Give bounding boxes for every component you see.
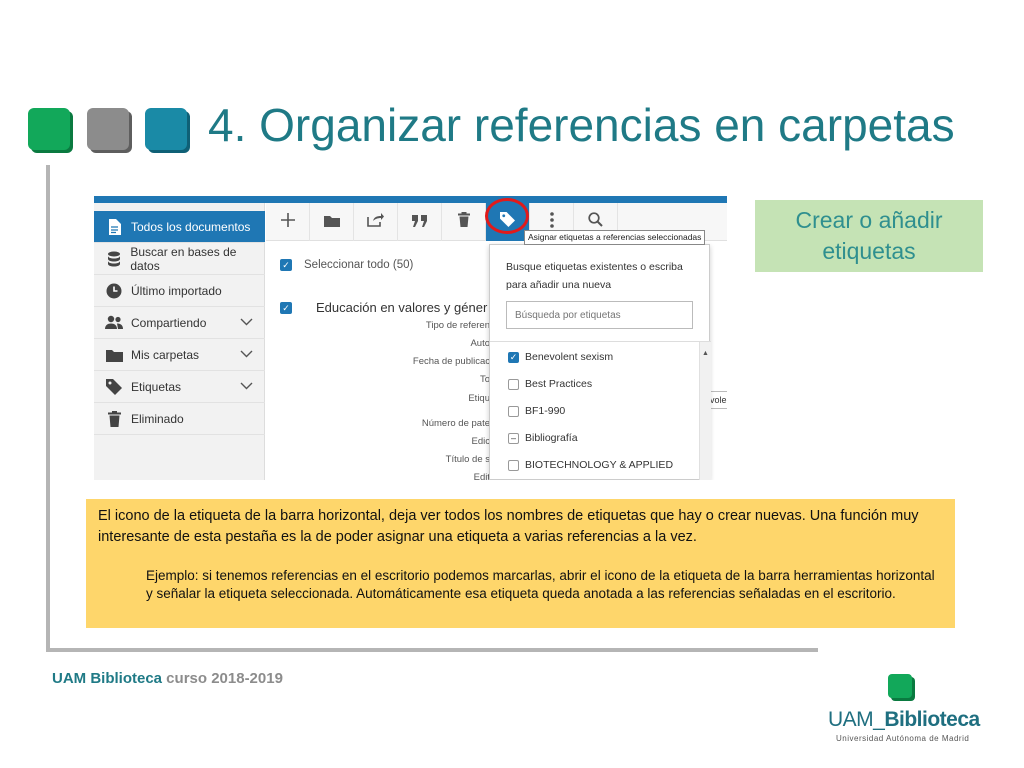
frame-line-horizontal xyxy=(46,648,818,652)
chevron-down-icon[interactable] xyxy=(240,317,253,329)
scroll-up-arrow-icon[interactable]: ▲ xyxy=(702,350,709,357)
sidebar-item-label: Todos los documentos xyxy=(131,219,251,234)
app-top-bar xyxy=(94,196,727,203)
note-example: Ejemplo: si tenemos referencias en el es… xyxy=(146,568,935,601)
tag-dropdown: Busque etiquetas existentes o escriba pa… xyxy=(489,244,711,480)
document-row[interactable]: ✓ Educación en valores y géner xyxy=(280,300,487,315)
add-icon xyxy=(280,212,296,233)
field-label: Número de pate xyxy=(421,418,490,429)
quote-button[interactable] xyxy=(398,203,442,241)
checkbox-checked-icon[interactable]: ✓ xyxy=(280,301,292,314)
tag-item-bibliografia[interactable]: – Bibliografía xyxy=(508,432,578,444)
checkbox-checked-icon[interactable]: ✓ xyxy=(508,351,519,363)
sidebar-item-label: Eliminado xyxy=(131,411,184,426)
tag-search-input[interactable] xyxy=(506,301,693,329)
tag-item-label: BF1-990 xyxy=(525,405,566,417)
tag-button-tooltip: Asignar etiquetas a referencias seleccio… xyxy=(524,230,706,245)
tag-list: ✓ Benevolent sexism Best Practices BF1-9… xyxy=(490,341,711,480)
checkbox-empty-icon[interactable] xyxy=(508,378,519,390)
field-label: Título de s xyxy=(445,454,490,465)
sidebar-item-label: Mis carpetas xyxy=(131,347,200,362)
field-label: Edit xyxy=(473,472,490,480)
sidebar-item-label: Etiquetas xyxy=(131,379,182,394)
footer-course: curso 2018-2019 xyxy=(162,670,283,687)
tag-item-benevolent-sexism[interactable]: ✓ Benevolent sexism xyxy=(508,351,613,363)
checkbox-partial-icon[interactable]: – xyxy=(508,432,519,444)
footer-brand: UAM Biblioteca xyxy=(52,670,163,687)
checkbox-checked-icon[interactable]: ✓ xyxy=(280,259,292,271)
tag-item-best-practices[interactable]: Best Practices xyxy=(508,378,592,390)
tag-item-biotechnology[interactable]: BIOTECHNOLOGY & APPLIED xyxy=(508,459,673,471)
folder-icon xyxy=(323,212,340,232)
sidebar-item-compartiendo[interactable]: Compartiendo xyxy=(94,307,265,339)
uam-biblioteca-logo: UAM_Biblioteca xyxy=(828,708,980,732)
gray-square-decoration xyxy=(87,108,129,150)
callout-crear-etiquetas: Crear o añadir etiquetas xyxy=(755,200,983,272)
trash-icon xyxy=(457,212,470,232)
tag-list-scrollbar[interactable]: ▲ xyxy=(699,342,711,480)
sidebar-item-mis-carpetas[interactable]: Mis carpetas xyxy=(94,339,265,371)
search-icon xyxy=(588,212,603,232)
document-icon xyxy=(103,218,125,236)
highlight-circle xyxy=(485,198,529,234)
field-label: Etiqu xyxy=(468,393,490,404)
checkbox-empty-icon[interactable] xyxy=(508,405,519,417)
clock-icon xyxy=(103,282,125,300)
tag-item-label: Benevolent sexism xyxy=(525,351,614,363)
database-icon xyxy=(103,250,124,268)
document-title: Educación en valores y géner xyxy=(316,300,488,315)
note-paragraph: El icono de la etiqueta de la barra hori… xyxy=(98,508,919,545)
teal-square-decoration xyxy=(145,108,187,150)
logo-square-icon xyxy=(888,674,912,698)
sidebar-item-label: Compartiendo xyxy=(131,315,207,330)
sidebar-item-label: Último importado xyxy=(131,283,222,298)
chevron-down-icon[interactable] xyxy=(240,381,253,393)
tag-icon xyxy=(103,378,125,396)
app-screenshot: Todos los documentos Buscar en bases de … xyxy=(94,196,727,480)
logo-uam-text: UAM_ xyxy=(828,708,885,731)
tag-item-bf1-990[interactable]: BF1-990 xyxy=(508,405,565,417)
people-icon xyxy=(103,314,125,332)
sidebar-item-ultimo-importado[interactable]: Último importado xyxy=(94,275,265,307)
tag-item-label: BIOTECHNOLOGY & APPLIED xyxy=(525,459,674,471)
share-icon xyxy=(367,212,384,232)
frame-line-vertical xyxy=(46,165,50,650)
field-label: Edic xyxy=(471,436,490,447)
explanation-note: El icono de la etiqueta de la barra hori… xyxy=(86,499,955,628)
logo-biblioteca-text: Biblioteca xyxy=(884,708,980,731)
chevron-down-icon[interactable] xyxy=(240,349,253,361)
sidebar-item-etiquetas[interactable]: Etiquetas xyxy=(94,371,265,403)
tag-item-label: Bibliografía xyxy=(525,432,578,444)
tag-dropdown-instructions: Busque etiquetas existentes o escriba pa… xyxy=(506,261,683,291)
quote-icon xyxy=(411,212,428,232)
footer: UAM Biblioteca curso 2018-2019 xyxy=(52,670,283,687)
sidebar-item-todos-documentos[interactable]: Todos los documentos xyxy=(94,211,265,243)
share-button[interactable] xyxy=(354,203,398,241)
add-button[interactable] xyxy=(266,203,310,241)
sidebar-item-buscar-bases[interactable]: Buscar en bases de datos xyxy=(94,243,265,275)
checkbox-empty-icon[interactable] xyxy=(508,459,519,471)
slide-title: 4. Organizar referencias en carpetas xyxy=(208,99,955,151)
folder-button[interactable] xyxy=(310,203,354,241)
select-all-row[interactable]: ✓ Seleccionar todo (50) xyxy=(280,259,413,271)
logo-subtitle: Universidad Autónoma de Madrid xyxy=(836,734,970,743)
sidebar: Todos los documentos Buscar en bases de … xyxy=(94,203,265,480)
select-all-label: Seleccionar todo (50) xyxy=(304,259,414,271)
field-label: To xyxy=(479,374,490,385)
green-square-decoration xyxy=(28,108,70,150)
field-label: Tipo de referen xyxy=(425,320,490,331)
folder-icon xyxy=(103,346,125,364)
field-label: Auto xyxy=(470,338,490,349)
tag-item-label: Best Practices xyxy=(525,378,593,390)
sidebar-item-label: Buscar en bases de datos xyxy=(130,244,237,273)
field-label: Fecha de publicac xyxy=(412,356,490,367)
sidebar-item-eliminado[interactable]: Eliminado xyxy=(94,403,265,435)
trash-button[interactable] xyxy=(442,203,486,241)
trash-icon xyxy=(103,410,125,428)
